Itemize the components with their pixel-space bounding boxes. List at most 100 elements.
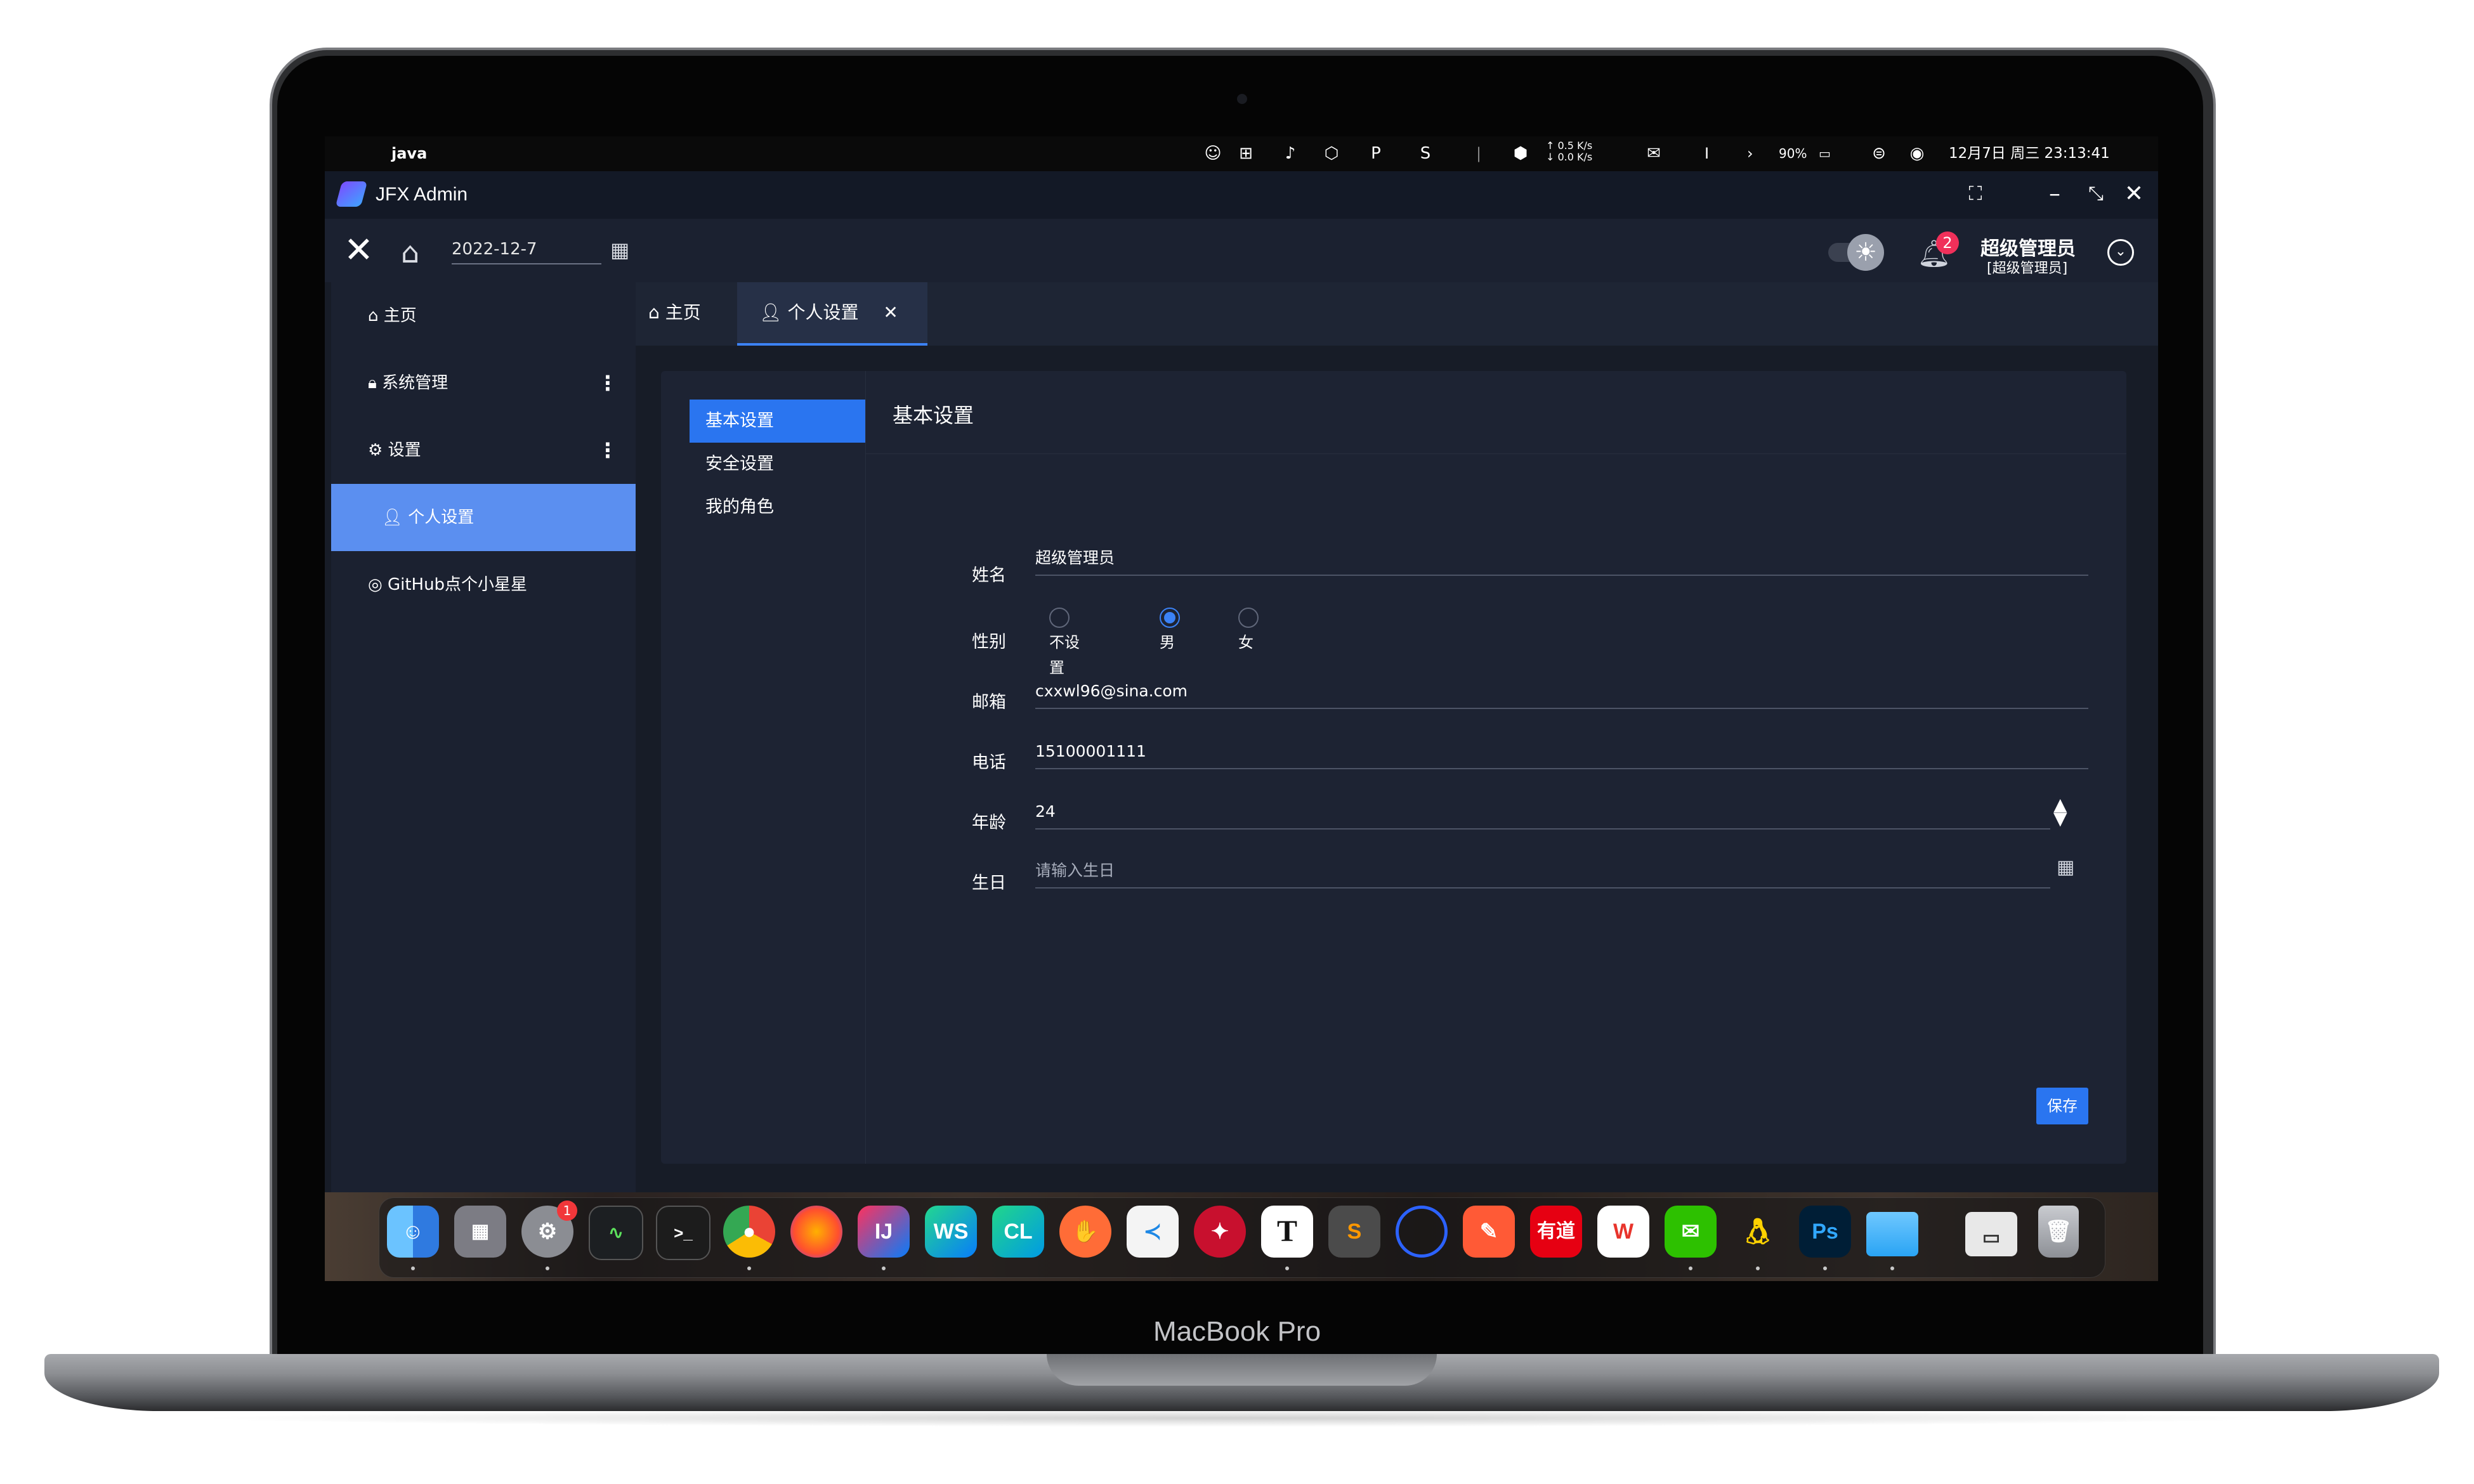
gender-label: 性别 bbox=[972, 632, 1006, 652]
radio-unset[interactable]: 不设置 bbox=[1049, 604, 1080, 677]
user-menu-chevron-icon[interactable]: ⌄ bbox=[2107, 239, 2134, 266]
save-button[interactable]: 保存 bbox=[2036, 1088, 2088, 1124]
home-icon[interactable]: ⌂ bbox=[401, 235, 419, 270]
laptop-base bbox=[44, 1354, 2439, 1411]
p-icon[interactable]: P bbox=[1366, 144, 1385, 163]
running-indicator bbox=[1285, 1266, 1289, 1270]
sidebar-item-system[interactable]: 🔒︎ 系统管理 ⋮ bbox=[331, 349, 636, 417]
fullscreen-icon[interactable]: ⛶ bbox=[1961, 180, 1989, 208]
collapse-sidebar-icon[interactable]: ✕ bbox=[344, 233, 374, 268]
sidebar-item-text: 设置 bbox=[388, 441, 421, 460]
apple-icon[interactable] bbox=[347, 144, 366, 163]
tab-profile-settings[interactable]: 👤︎ 个人设置 ✕ bbox=[737, 282, 927, 346]
launchpad-icon[interactable]: ▦ bbox=[454, 1206, 506, 1258]
theme-toggle[interactable]: ☀ bbox=[1828, 234, 1884, 271]
system-preferences-badge: 1 bbox=[557, 1201, 577, 1221]
menubar-datetime[interactable]: 12月7日 周三 23:13:41 bbox=[1949, 144, 2110, 163]
photoshop-icon[interactable]: Ps bbox=[1799, 1206, 1851, 1258]
typora-icon[interactable]: T bbox=[1261, 1206, 1313, 1258]
bell-menubar-icon[interactable]: ♪ bbox=[1281, 144, 1300, 163]
app-toolbar: ✕ ⌂ 2022-12-7 ▦ ☀ 🔔︎ 2 超级管理员 [超级管理员] ⌄ bbox=[325, 219, 2158, 282]
youdao-icon[interactable]: 有道 bbox=[1530, 1206, 1582, 1258]
sidebar-item-github[interactable]: ◎ GitHub点个小星星 bbox=[331, 551, 636, 618]
clion-icon[interactable]: CL bbox=[992, 1206, 1044, 1258]
restore-icon[interactable]: ⤡ bbox=[2082, 180, 2110, 208]
control-center-icon[interactable]: ⊜ bbox=[1869, 144, 1888, 163]
date-picker-field[interactable]: 2022-12-7 bbox=[452, 238, 601, 264]
qq-icon[interactable]: 🐧︎ bbox=[1732, 1206, 1784, 1258]
section-title: 基本设置 bbox=[893, 403, 974, 427]
window-titlebar: JFX Admin ⛶ – ⤡ ✕ bbox=[325, 171, 2158, 219]
eclipse-icon[interactable] bbox=[1396, 1206, 1448, 1258]
subnav-security-settings[interactable]: 安全设置 bbox=[690, 443, 865, 486]
chrome-icon[interactable]: ● bbox=[723, 1206, 775, 1258]
sidebar-item-text: GitHub点个小星星 bbox=[387, 575, 528, 594]
age-stepper[interactable]: ▲ ▼ bbox=[2053, 796, 2067, 828]
cube-icon[interactable]: ⬡ bbox=[1322, 144, 1341, 163]
more-vertical-icon[interactable]: ⋮ bbox=[598, 371, 618, 395]
sidebar: ⌂ 主页 🔒︎ 系统管理 ⋮ ⚙ 设置 ⋮ 👤︎ 个人设置 ◎ GitHub点个… bbox=[331, 282, 636, 1205]
age-field[interactable]: 24 bbox=[1035, 799, 2050, 830]
radio-male[interactable]: 男 bbox=[1160, 604, 1190, 651]
emoji-icon[interactable]: ☺ bbox=[1203, 144, 1222, 163]
wechat-menubar-icon[interactable]: ✉ bbox=[1644, 144, 1663, 163]
finder-icon[interactable]: ☺ bbox=[387, 1206, 439, 1258]
s-icon[interactable]: S bbox=[1416, 144, 1435, 163]
laptop-shadow bbox=[190, 1409, 2284, 1427]
vscode-icon[interactable]: ≺ bbox=[1127, 1206, 1179, 1258]
sidebar-item-home[interactable]: ⌂ 主页 bbox=[331, 282, 636, 349]
tab-label: 个人设置 bbox=[787, 302, 859, 323]
birthday-field[interactable]: 请输入生日 bbox=[1035, 858, 2050, 888]
camera bbox=[1237, 94, 1247, 104]
divider bbox=[865, 453, 2126, 454]
firefox-icon[interactable] bbox=[790, 1206, 842, 1258]
wechat-icon[interactable]: ✉ bbox=[1665, 1206, 1717, 1258]
notification-badge: 2 bbox=[1936, 231, 1959, 254]
terminal-icon[interactable]: >_ bbox=[656, 1206, 710, 1260]
sun-icon[interactable]: ☀ bbox=[1847, 234, 1884, 271]
tab-close-icon[interactable]: ✕ bbox=[883, 302, 898, 323]
siri-icon[interactable]: ◉ bbox=[1908, 144, 1927, 163]
more-vertical-icon[interactable]: ⋮ bbox=[598, 438, 618, 462]
window-manager-icon[interactable]: ▭ bbox=[1965, 1212, 2017, 1256]
files-icon[interactable] bbox=[1866, 1212, 1918, 1256]
name-field[interactable]: 超级管理员 bbox=[1035, 545, 2088, 576]
sublime-text-icon[interactable]: S bbox=[1328, 1206, 1380, 1258]
shield-icon[interactable]: ⬢ bbox=[1511, 144, 1530, 163]
radio-female[interactable]: 女 bbox=[1238, 604, 1269, 651]
postman-icon[interactable]: ✋ bbox=[1059, 1206, 1111, 1258]
menubar-app-name[interactable]: java bbox=[391, 144, 427, 163]
email-field[interactable]: cxxwl96@sina.com bbox=[1035, 679, 2088, 709]
wps-icon[interactable]: W bbox=[1597, 1206, 1649, 1258]
subnav-my-roles[interactable]: 我的角色 bbox=[690, 486, 865, 529]
intellij-idea-icon[interactable]: IJ bbox=[858, 1206, 910, 1258]
subnav-basic-settings[interactable]: 基本设置 bbox=[690, 400, 865, 443]
minimize-icon[interactable]: – bbox=[2041, 180, 2069, 208]
tab-home[interactable]: ⌂ 主页 bbox=[648, 282, 731, 343]
running-indicator bbox=[546, 1266, 549, 1270]
trash-icon[interactable]: 🗑︎ bbox=[2038, 1206, 2079, 1258]
battery-icon[interactable]: ▭ bbox=[1819, 144, 1831, 163]
radio-dot bbox=[1238, 608, 1259, 628]
phone-field[interactable]: 15100001111 bbox=[1035, 739, 2088, 769]
tab-bar: ⌂ 主页 👤︎ 个人设置 ✕ bbox=[636, 282, 2158, 346]
pencil-icon[interactable]: ✎ bbox=[1463, 1206, 1515, 1258]
calendar-icon[interactable]: ▦ bbox=[2057, 856, 2074, 878]
running-indicator bbox=[747, 1266, 751, 1270]
running-indicator bbox=[411, 1266, 415, 1270]
activity-monitor-icon[interactable]: ∿ bbox=[589, 1206, 643, 1260]
webstorm-icon[interactable]: WS bbox=[925, 1206, 977, 1258]
subnav-label: 我的角色 bbox=[705, 497, 774, 517]
sidebar-item-label: 👤︎ 个人设置 bbox=[382, 508, 475, 527]
sidebar-item-profile-settings[interactable]: 👤︎ 个人设置 bbox=[331, 484, 636, 551]
close-icon[interactable]: ✕ bbox=[2120, 180, 2148, 208]
chevron-right-icon[interactable]: › bbox=[1747, 144, 1753, 163]
radio-dot bbox=[1160, 608, 1180, 628]
battery-percent: 90% bbox=[1779, 146, 1807, 161]
grid-icon[interactable]: ⊞ bbox=[1236, 144, 1255, 163]
running-indicator bbox=[882, 1266, 886, 1270]
navicat-icon[interactable]: ✦ bbox=[1194, 1206, 1246, 1258]
calendar-icon[interactable]: ▦ bbox=[610, 238, 629, 262]
sidebar-item-label: ⌂ 主页 bbox=[368, 306, 417, 325]
sidebar-item-settings[interactable]: ⚙ 设置 ⋮ bbox=[331, 417, 636, 484]
